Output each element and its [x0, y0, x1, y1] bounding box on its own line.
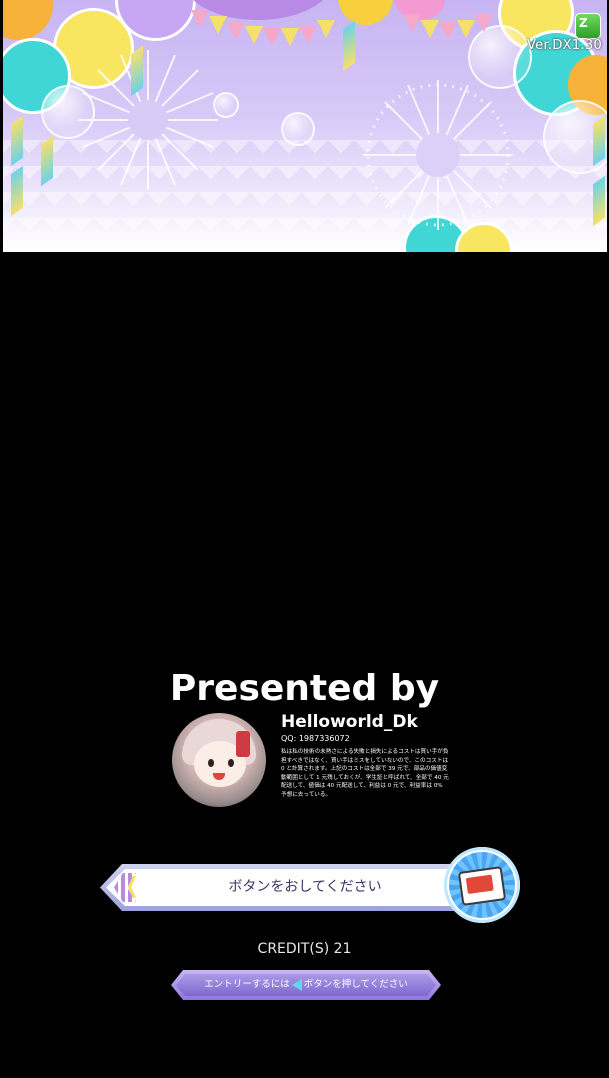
bubble	[281, 112, 315, 146]
credit-counter: CREDIT(S) 21	[257, 941, 352, 957]
press-button-label: ボタンをおしてください	[228, 879, 382, 895]
left-arrow-icon	[292, 979, 302, 991]
card-icon[interactable]	[444, 847, 520, 923]
balloon	[338, 0, 393, 25]
pennant	[263, 28, 281, 46]
pennant	[439, 22, 457, 40]
author-avatar	[172, 713, 266, 807]
firework	[78, 50, 218, 190]
ribbon	[11, 165, 23, 217]
ribbon	[41, 135, 53, 187]
author-qq: QQ: 1987336072	[281, 734, 350, 743]
entry-prompt-bar: エントリーするには ボタンを押してください	[171, 970, 441, 1000]
pennant	[191, 10, 209, 28]
author-name: Helloworld_Dk	[281, 712, 418, 732]
ribbon	[131, 45, 143, 97]
pennant	[317, 20, 335, 38]
ribbon	[343, 20, 355, 72]
pennant	[421, 20, 439, 38]
entry-prompt-before: エントリーするには	[204, 979, 290, 990]
ribbon	[11, 115, 23, 167]
version-label: Ver.DX1.30	[527, 38, 603, 53]
pennant	[403, 14, 421, 32]
pennant	[299, 26, 317, 44]
firework	[363, 80, 513, 230]
pennant	[227, 22, 245, 40]
festive-banner: Z Ver.DX1.30	[3, 0, 607, 252]
balloon	[3, 0, 53, 40]
entry-prompt-after: ボタンを押してください	[303, 979, 408, 990]
author-note: 私は私の技術の未熟さによる失敗と損失によるコストは買い手が負担すべきではなく、買…	[281, 749, 449, 798]
ribbon	[593, 175, 605, 227]
pennant	[209, 16, 227, 34]
pennant	[475, 14, 493, 32]
pennant	[281, 28, 299, 46]
press-button-bar[interactable]: ボタンをおしてください	[100, 864, 476, 911]
ribbon	[593, 115, 605, 167]
pennant	[457, 20, 475, 38]
presented-by-title: Presented by	[169, 668, 440, 709]
game-logo-icon: Z	[575, 13, 601, 39]
pennant	[245, 26, 263, 44]
